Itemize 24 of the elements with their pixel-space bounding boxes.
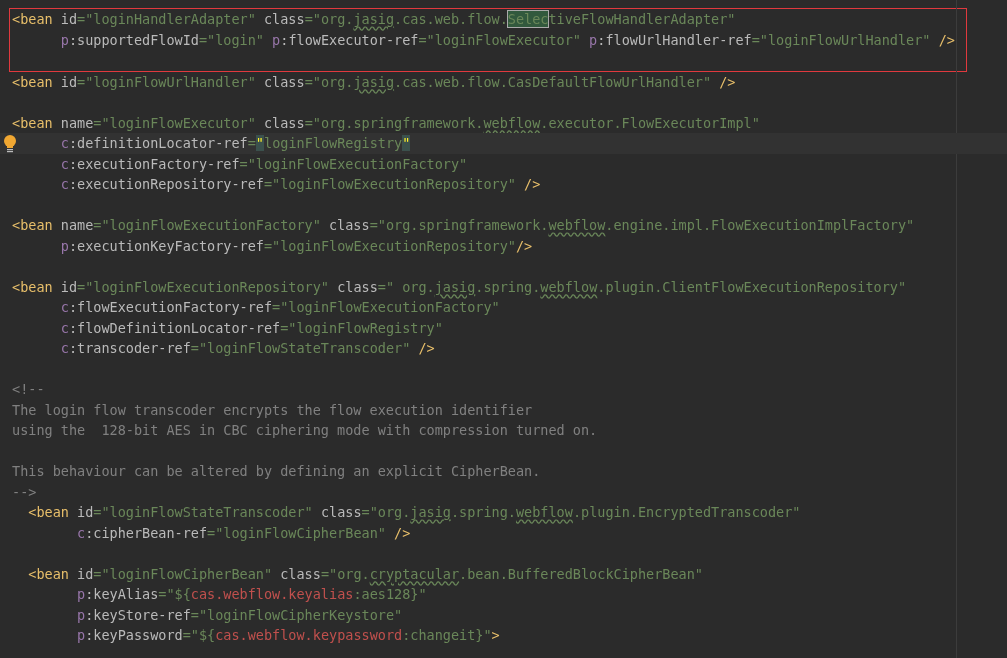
code-line: p:keyPassword="${cas.webflow.keypassword:changeit}"> <box>76 626 500 645</box>
code-line: p:keyStore-ref="loginFlowCipherKeystore" <box>76 605 403 625</box>
code-line: using the 128-bit AES in CBC ciphering mode with compression turned on. <box>11 421 598 440</box>
code-line: <bean id="loginFlowExecutionRepository" class=" org.jasig.spring.webflow.plugin.ClientFlowExecutionRepository" <box>11 277 907 297</box>
code-line: c:flowExecutionFactory-ref="loginFlowExecutionFactory" <box>59 298 500 317</box>
code-line: <bean name="loginFlowExecutor" class="org.springframework.webflow.executor.FlowExecutorImpl" <box>11 113 760 133</box>
code-line: p:keyAlias="${cas.webflow.keyalias:aes128}" <box>76 585 427 604</box>
code-line: <bean id="loginFlowUrlHandler" class="org.jasig.cas.web.flow.CasDefaultFlowUrlHandler" /> <box>11 72 736 92</box>
code-line: <bean name="loginFlowExecutionFactory" class="org.springframework.webflow.engine.impl.FlowExecutionImplFactory" <box>11 216 915 235</box>
code-line: The login flow transcoder encrypts the flow execution identifier <box>11 400 533 420</box>
code-line: --> <box>11 482 37 502</box>
code-line: c:executionRepository-ref="loginFlowExecutionRepository" /> <box>59 175 541 194</box>
code-line: c:transcoder-ref="loginFlowStateTranscoder" /> <box>59 339 435 358</box>
code-line: p:executionKeyFactory-ref="loginFlowExecutionRepository"/> <box>59 236 533 256</box>
code-line: c:executionFactory-ref="loginFlowExecutionFactory" <box>59 154 468 174</box>
code-line: c:flowDefinitionLocator-ref="loginFlowRegistry" <box>59 318 443 338</box>
code-line: c:cipherBean-ref="loginFlowCipherBean" /> <box>76 523 411 543</box>
lightbulb-icon[interactable] <box>3 134 17 153</box>
code-line: c:definitionLocator-ref="loginFlowRegistry" <box>59 134 411 153</box>
code-line: <!-- <box>11 380 45 399</box>
code-line: p:supportedFlowId="login" p:flowExecutor-ref="loginFlowExecutor" p:flowUrlHandler-ref="loginFlowUrlHandler" /> <box>59 30 955 50</box>
code-line: <bean id="loginFlowCipherBean" class="org.cryptacular.bean.BufferedBlockCipherBean" <box>27 564 703 584</box>
code-line: This behaviour can be altered by defining an explicit CipherBean. <box>11 462 541 481</box>
code-line: <bean id="loginFlowStateTranscoder" class="org.jasig.spring.webflow.plugin.EncryptedTranscoder" <box>27 503 801 522</box>
